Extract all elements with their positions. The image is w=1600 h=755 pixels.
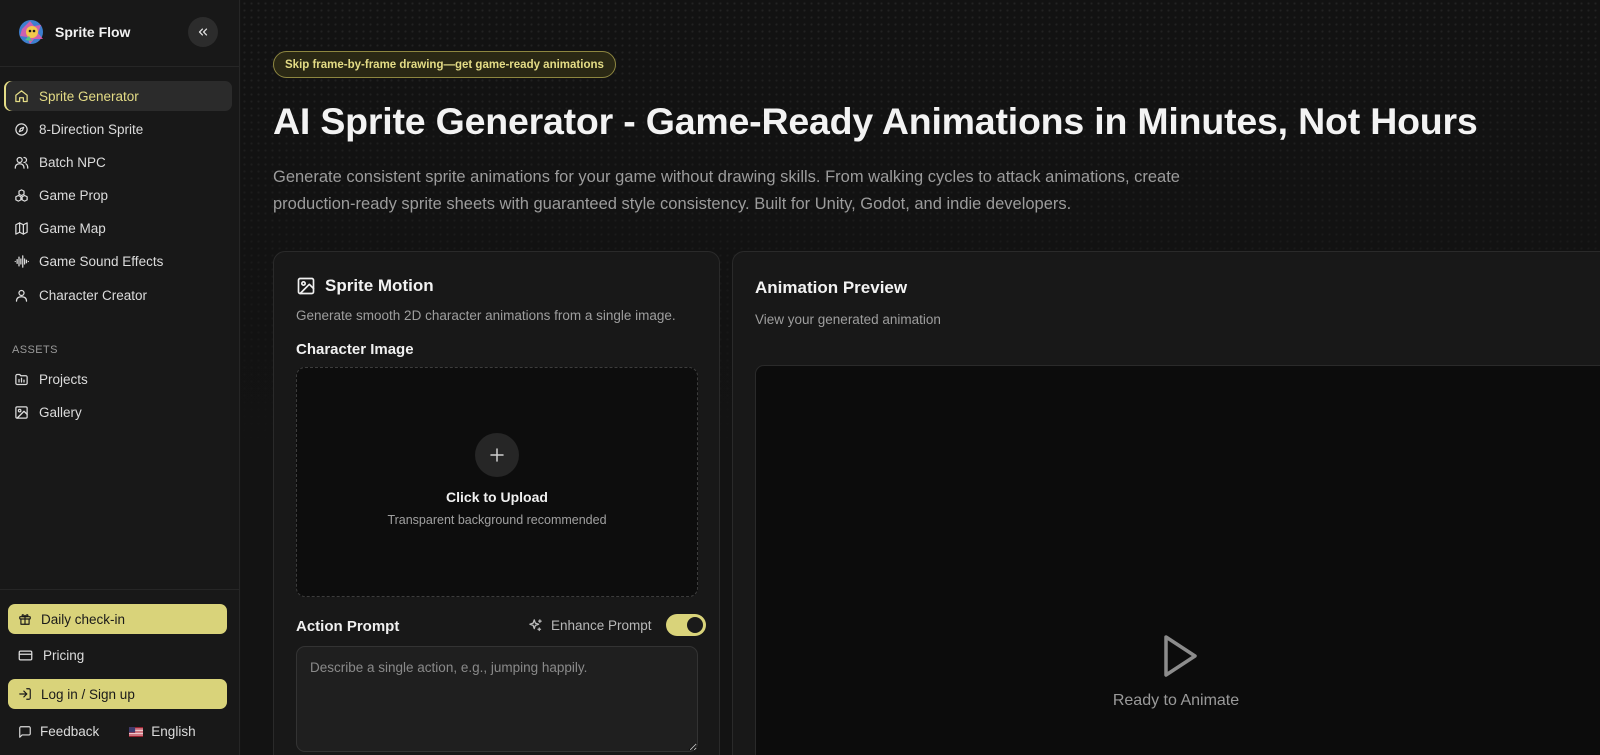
language-selector[interactable]: English: [129, 724, 196, 739]
sidebar-item-character-creator[interactable]: Character Creator: [4, 280, 232, 310]
sidebar-item-game-map[interactable]: Game Map: [4, 214, 232, 244]
sprite-motion-title: Sprite Motion: [325, 276, 434, 295]
sidebar-item-label: Character Creator: [39, 287, 148, 303]
main-content: Skip frame-by-frame drawing—get game-rea…: [241, 0, 1600, 755]
feedback-label: Feedback: [40, 724, 100, 739]
language-label: English: [151, 724, 196, 739]
pricing-label: Pricing: [43, 647, 85, 663]
sidebar-item-label: Game Prop: [39, 188, 109, 204]
animation-preview-card: Animation Preview View your generated an…: [732, 251, 1600, 755]
us-flag-icon: [129, 726, 144, 737]
upload-title: Click to Upload: [446, 489, 548, 505]
character-image-upload[interactable]: Click to Upload Transparent background r…: [296, 367, 698, 597]
sidebar-item-label: 8-Direction Sprite: [39, 121, 144, 137]
sidebar-item-game-sound-effects[interactable]: Game Sound Effects: [4, 247, 232, 277]
animation-preview-subtitle: View your generated animation: [755, 312, 941, 327]
folder-icon: [15, 373, 28, 385]
app-name: Sprite Flow: [55, 24, 131, 40]
hero-badge: Skip frame-by-frame drawing—get game-rea…: [273, 51, 616, 78]
daily-checkin-button[interactable]: Daily check-in: [8, 604, 227, 634]
sidebar-item-batch-npc[interactable]: Batch NPC: [4, 147, 232, 177]
sidebar-item-label: Gallery: [39, 404, 82, 420]
feedback-link[interactable]: Feedback: [18, 724, 99, 739]
assets-nav: Projects Gallery: [4, 364, 232, 430]
sidebar-item-label: Batch NPC: [39, 154, 106, 170]
sidebar-item-label: Projects: [39, 371, 88, 387]
user-icon: [15, 289, 28, 302]
play-icon[interactable]: [1160, 632, 1200, 680]
audio-waveform-icon: [14, 255, 29, 269]
animation-preview-canvas: Ready to Animate: [755, 365, 1600, 755]
sidebar-item-label: Sprite Generator: [39, 88, 139, 104]
enhance-prompt-label: Enhance Prompt: [551, 617, 652, 633]
login-signup-label: Log in / Sign up: [41, 686, 135, 702]
sidebar-item-sprite-generator[interactable]: Sprite Generator: [4, 81, 232, 111]
map-icon: [15, 222, 28, 235]
sidebar-item-label: Game Map: [39, 221, 106, 237]
home-icon: [15, 89, 28, 102]
login-signup-button[interactable]: Log in / Sign up: [8, 679, 227, 709]
enhance-prompt-toggle[interactable]: [665, 614, 706, 636]
sidebar-footer-divider: [0, 589, 240, 590]
page-title: AI Sprite Generator - Game-Ready Animati…: [273, 100, 1478, 142]
sidebar-footer: Feedback English: [18, 724, 196, 739]
character-image-label: Character Image: [296, 341, 414, 358]
sidebar-item-game-prop[interactable]: Game Prop: [4, 181, 232, 211]
page-subtitle: Generate consistent sprite animations fo…: [273, 168, 1180, 213]
image-icon: [15, 405, 28, 419]
toggle-knob: [686, 617, 703, 633]
sidebar-item-label: Game Sound Effects: [39, 254, 164, 270]
action-prompt-input[interactable]: [296, 646, 698, 752]
main-nav: Sprite Generator 8-Direction Sprite Batc…: [4, 81, 232, 313]
users-icon: [14, 156, 29, 169]
enhance-prompt-control: Enhance Prompt: [528, 614, 706, 636]
plus-icon: [490, 448, 504, 462]
credit-card-icon: [18, 650, 33, 660]
sidebar-divider: [0, 66, 240, 67]
brand[interactable]: Sprite Flow: [16, 17, 130, 47]
upload-plus-button[interactable]: [475, 433, 519, 477]
compass-icon: [15, 122, 28, 136]
sidebar-item-projects[interactable]: Projects: [4, 364, 232, 394]
gift-icon: [19, 614, 31, 625]
sidebar-item-gallery[interactable]: Gallery: [4, 397, 232, 427]
sparkles-icon: [529, 618, 542, 631]
sidebar: Sprite Flow Sprite Generator 8-Direction…: [0, 0, 240, 755]
sprite-motion-card: Sprite Motion Generate smooth 2D charact…: [273, 251, 720, 755]
sprite-motion-subtitle: Generate smooth 2D character animations …: [296, 308, 676, 323]
message-square-icon: [19, 725, 31, 738]
log-in-icon: [19, 688, 31, 700]
upload-hint: Transparent background recommended: [387, 513, 607, 527]
image-icon: [297, 277, 315, 295]
pricing-link[interactable]: Pricing: [8, 640, 227, 670]
preview-status: Ready to Animate: [1112, 692, 1240, 709]
boxes-icon: [15, 189, 28, 202]
daily-checkin-label: Daily check-in: [41, 611, 126, 627]
collapse-sidebar-button[interactable]: [188, 17, 218, 47]
assets-section-label: ASSETS: [12, 344, 58, 356]
action-prompt-label: Action Prompt: [296, 618, 400, 635]
sprite-flow-logo-icon: [19, 20, 43, 44]
chevrons-left-icon: [198, 28, 208, 36]
sidebar-item-8-direction-sprite[interactable]: 8-Direction Sprite: [4, 114, 232, 144]
animation-preview-title: Animation Preview: [755, 278, 908, 297]
sprite-motion-header: Sprite Motion: [296, 276, 434, 296]
